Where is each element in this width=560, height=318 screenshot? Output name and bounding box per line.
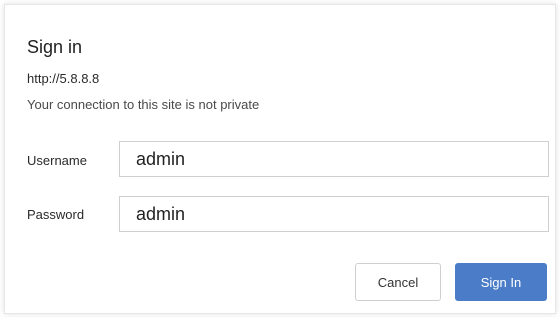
password-field[interactable] [119,196,549,232]
site-url: http://5.8.8.8 [27,71,100,86]
privacy-warning: Your connection to this site is not priv… [27,97,260,112]
password-label: Password [27,207,85,222]
dialog-title: Sign in [27,37,83,57]
sign-in-dialog: Sign in http://5.8.8.8 Your connection t… [4,4,556,314]
sign-in-button[interactable]: Sign In [455,263,547,301]
username-label: Username [27,153,87,168]
cancel-button[interactable]: Cancel [355,263,441,301]
username-field[interactable] [119,141,549,177]
